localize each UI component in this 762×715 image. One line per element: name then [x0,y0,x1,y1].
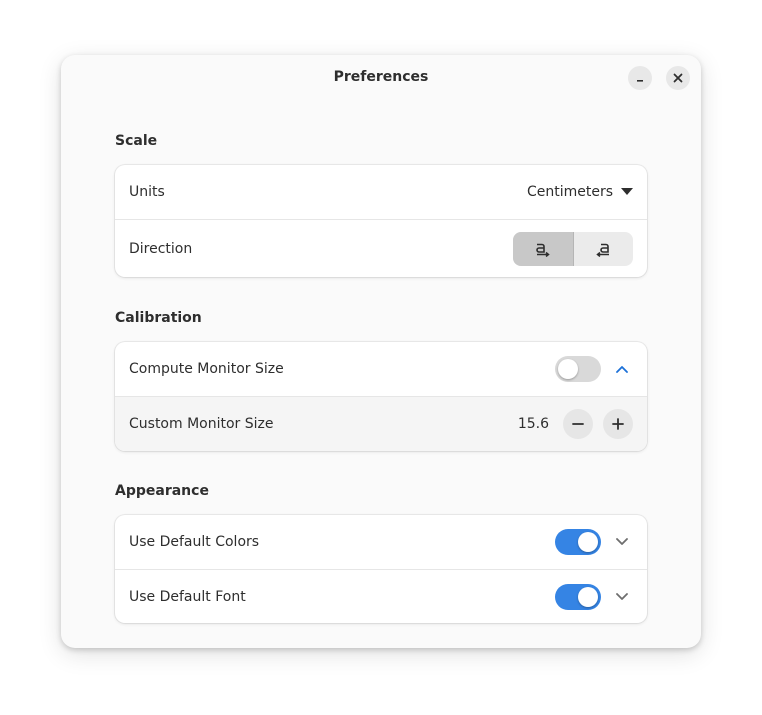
direction-rtl-button[interactable] [574,232,634,266]
direction-ltr-button[interactable] [513,231,574,266]
chevron-down-icon [616,592,628,600]
scale-card: Units Centimeters Direction [115,165,647,277]
expander-button[interactable] [611,586,633,608]
use-default-font-label: Use Default Font [129,588,246,605]
switch-knob [578,586,598,607]
direction-toggle-group [513,231,634,266]
compute-monitor-size-row[interactable]: Compute Monitor Size [115,342,647,396]
compute-monitor-size-label: Compute Monitor Size [129,361,284,377]
preferences-window: Preferences Scale Units Centimeters Dire… [61,55,701,648]
custom-monitor-size-row: Custom Monitor Size 15.6 [115,396,647,451]
expander-button[interactable] [611,358,633,380]
direction-row: Direction [115,219,647,277]
ltr-direction-icon [535,243,550,257]
use-default-colors-switch[interactable] [555,529,601,555]
expander-button[interactable] [611,531,633,553]
units-row[interactable]: Units Centimeters [115,165,647,219]
pan-down-icon [621,188,633,196]
units-dropdown[interactable]: Centimeters [527,184,633,200]
minimize-button[interactable] [628,66,652,90]
section-title-appearance: Appearance [115,483,209,499]
minimize-icon [637,80,643,82]
close-button[interactable] [666,66,690,90]
window-title: Preferences [333,69,429,85]
switch-knob [558,359,578,379]
monitor-size-value[interactable]: 15.6 [518,416,549,432]
units-value: Centimeters [526,184,613,200]
plus-icon [612,418,624,430]
close-icon [673,73,683,83]
decrease-button[interactable] [563,409,593,439]
use-default-colors-label: Use Default Colors [129,534,260,550]
calibration-card: Compute Monitor Size Custom Monitor Size… [115,342,647,451]
units-label: Units [129,184,165,200]
use-default-font-row[interactable]: Use Default Font [115,569,647,623]
section-title-scale: Scale [115,133,158,149]
increase-button[interactable] [603,409,633,439]
chevron-up-icon [616,366,628,373]
direction-label: Direction [129,240,193,257]
appearance-card: Use Default Colors Use Default Font [115,515,647,623]
titlebar: Preferences [61,55,701,101]
section-title-calibration: Calibration [115,310,202,326]
rtl-direction-icon [596,243,610,257]
use-default-colors-row[interactable]: Use Default Colors [115,515,647,569]
chevron-down-icon [616,538,628,545]
use-default-font-switch[interactable] [555,583,601,610]
minus-icon [572,423,584,425]
switch-knob [578,532,598,552]
compute-monitor-size-switch[interactable] [555,356,601,382]
custom-monitor-size-label: Custom Monitor Size [129,416,274,432]
